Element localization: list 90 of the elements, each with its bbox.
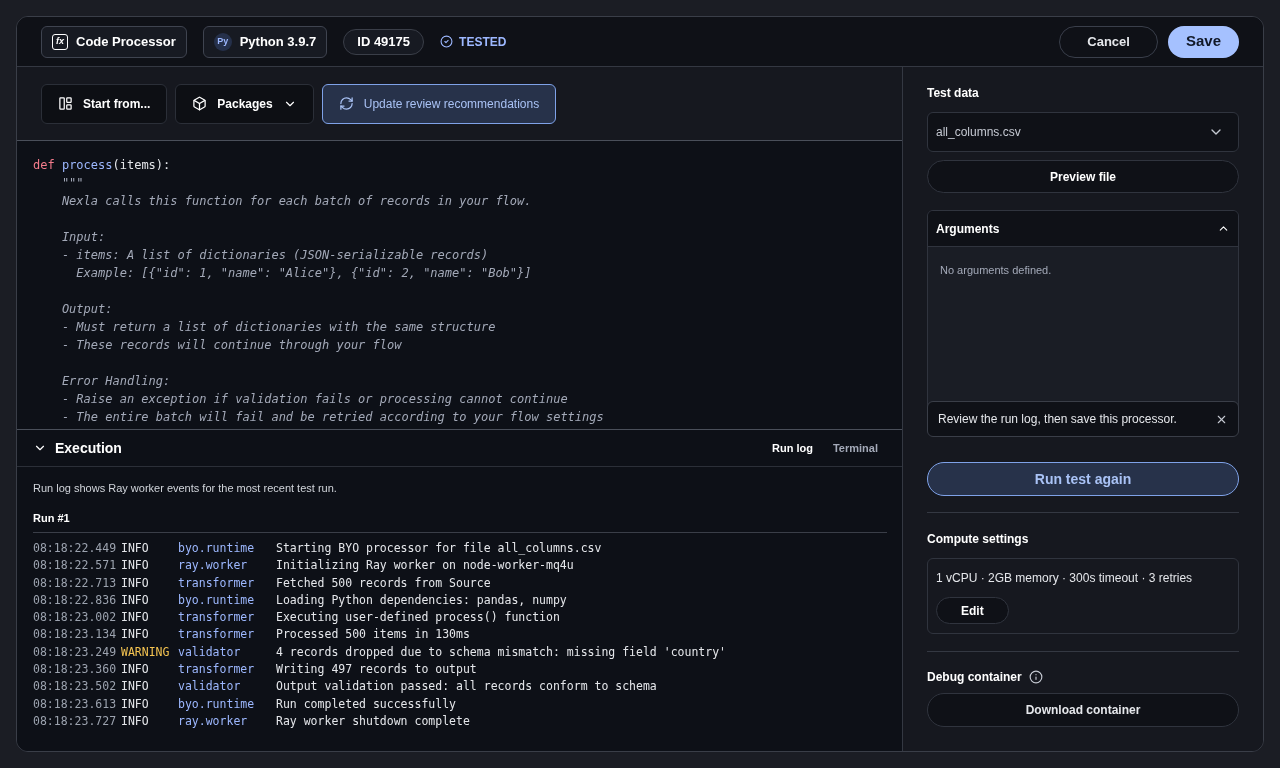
- save-button[interactable]: Save: [1167, 25, 1239, 58]
- log-level: INFO: [121, 712, 150, 730]
- log-level: INFO: [121, 626, 150, 644]
- log-level: INFO: [121, 609, 150, 627]
- log-source: transformer: [178, 574, 256, 592]
- arguments-header[interactable]: Arguments: [928, 211, 1238, 247]
- log-source: ray.worker: [178, 712, 249, 730]
- log-message: Ray worker shutdown complete: [276, 712, 470, 730]
- log-source: validator: [178, 678, 242, 696]
- log-time: 08:18:23.002: [33, 609, 118, 627]
- log-level: INFO: [121, 540, 150, 557]
- log-time: 08:18:22.713: [33, 574, 118, 592]
- log-time: 08:18:23.249: [33, 643, 118, 661]
- log-message: Starting BYO processor for file all_columns.csv: [276, 540, 602, 557]
- log-source: byo.runtime: [178, 695, 256, 713]
- code-comment: - These records will continue through your flow: [60, 338, 402, 352]
- tip-text: Review the run log, then save this processor.: [938, 411, 1177, 428]
- log-time: 08:18:22.571: [33, 557, 118, 575]
- code-comment: Output:: [60, 302, 113, 316]
- code-comment: - items: A list of dictionaries (JSON-serializable records): [60, 248, 489, 262]
- code-comment: - Must return a list of dictionaries with the same structure: [60, 320, 496, 334]
- processor-type-chip: fx Code Processor: [41, 25, 187, 58]
- run-test-button[interactable]: Run test again: [927, 462, 1239, 496]
- log-message: Output validation passed: all records conform to schema: [276, 678, 657, 696]
- log-message: Writing 497 records to output: [276, 661, 477, 679]
- toolbar-button[interactable]: Packages: [175, 83, 314, 124]
- check-icon: [440, 35, 454, 48]
- function-icon: fx: [52, 33, 68, 50]
- section-title: Compute settings: [927, 531, 1030, 548]
- log-time: 08:18:23.134: [33, 626, 118, 644]
- log-level: INFO: [121, 591, 150, 609]
- id-chip: ID 49175: [343, 28, 425, 55]
- toolbar-button[interactable]: Update review recommendations: [321, 83, 557, 124]
- log-time: 08:18:22.449: [33, 540, 118, 557]
- code-comment: Input:: [60, 230, 106, 244]
- log-time: 08:18:22.836: [33, 591, 118, 609]
- code-line: def process(items):: [33, 158, 171, 172]
- code-comment: Example: [{"id": 1, "name": "Alice"}, {"id": 2, "name": "Bob"}]: [75, 266, 532, 280]
- log-level: INFO: [121, 678, 150, 696]
- log-time: 08:18:23.727: [33, 712, 118, 730]
- runtime-chip: Py Python 3.9.7: [202, 25, 328, 58]
- toolbar-icon: [192, 96, 208, 111]
- log-level: INFO: [121, 695, 150, 713]
- log-source: transformer: [178, 661, 256, 679]
- collapse-toggle[interactable]: Execution: [33, 437, 122, 459]
- edit-button[interactable]: Edit: [936, 597, 1009, 624]
- code-comment: - The entire batch will fail and be retried according to your flow settings: [60, 410, 604, 424]
- preview-file-button[interactable]: Preview file: [927, 160, 1239, 193]
- log-level: WARNING: [121, 643, 171, 661]
- log-time: 08:18:23.360: [33, 661, 118, 679]
- code-editor[interactable]: [17, 140, 902, 430]
- code-comment: Error Handling:: [60, 374, 171, 388]
- run-title: Run #1: [33, 510, 71, 526]
- log-source: transformer: [178, 609, 256, 627]
- status-label: TESTED: [459, 33, 507, 51]
- execution-description: Run log shows Ray worker events for the most recent test run.: [33, 481, 338, 496]
- toolbar-button[interactable]: Start from...: [41, 83, 168, 124]
- compute-summary: 1 vCPU · 2GB memory · 300s timeout · 3 retries: [936, 570, 1193, 587]
- log-message: Loading Python dependencies: pandas, numpy: [276, 591, 567, 609]
- log-level: INFO: [121, 661, 150, 679]
- info-icon[interactable]: [1028, 670, 1043, 684]
- download-container-button[interactable]: Download container: [927, 693, 1239, 727]
- log-message: Processed 500 items in 130ms: [276, 626, 470, 644]
- section-title: Debug container: [927, 669, 1022, 686]
- runtime-badge: Py: [213, 32, 232, 51]
- log-message: Initializing Ray worker on node-worker-mq4u: [276, 557, 574, 575]
- log-source: byo.runtime: [178, 540, 256, 557]
- log-message: Run completed successfully: [276, 695, 456, 713]
- cancel-button[interactable]: Cancel: [1059, 25, 1158, 58]
- log-message: Fetched 500 records from Source: [276, 574, 491, 592]
- log-message: Executing user-defined process() function: [276, 609, 560, 627]
- log-source: ray.worker: [178, 557, 249, 575]
- log-level: INFO: [121, 557, 150, 575]
- toolbar-icon: [338, 96, 354, 111]
- panel-tab[interactable]: Terminal: [824, 435, 886, 461]
- code-comment: - Raise an exception if validation fails or processing cannot continue: [60, 392, 568, 406]
- section-title: Test data: [927, 85, 980, 102]
- log-time: 08:18:23.613: [33, 695, 118, 713]
- code-comment: Nexla calls this function for each batch of records in your flow.: [60, 194, 532, 208]
- log-time: 08:18:23.502: [33, 678, 118, 696]
- log-message: 4 records dropped due to schema mismatch: missing field 'country': [276, 643, 727, 661]
- log-source: validator: [178, 643, 242, 661]
- code-comment: """: [60, 176, 84, 190]
- toolbar-icon: [58, 96, 73, 111]
- empty-message: No arguments defined.: [939, 263, 1053, 278]
- file-select[interactable]: all_columns.csv: [927, 112, 1239, 152]
- panel-tab[interactable]: Run log: [764, 435, 821, 461]
- log-level: INFO: [121, 574, 150, 592]
- log-source: byo.runtime: [178, 591, 256, 609]
- log-source: transformer: [178, 626, 256, 644]
